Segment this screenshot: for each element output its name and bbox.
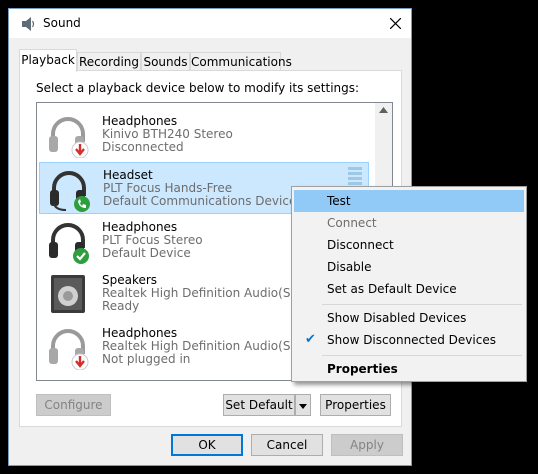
checkmark-icon: ✔ xyxy=(305,332,316,347)
headset-icon xyxy=(50,171,90,212)
ok-button[interactable]: OK xyxy=(171,434,243,456)
device-model: PLT Focus Stereo xyxy=(102,233,203,247)
tab-recording[interactable]: Recording xyxy=(77,52,141,70)
menu-separator xyxy=(322,355,522,356)
menu-item-set-default[interactable]: Set as Default Device xyxy=(294,278,524,300)
ok-label: OK xyxy=(198,438,216,452)
cancel-button[interactable]: Cancel xyxy=(251,434,323,456)
close-button[interactable] xyxy=(379,9,411,38)
device-name: Headset xyxy=(103,168,153,182)
device-status: Not plugged in xyxy=(102,352,191,366)
menu-label: Set as Default Device xyxy=(327,282,457,296)
headphones-icon xyxy=(49,223,89,264)
menu-label: Disconnect xyxy=(327,238,394,252)
menu-item-test[interactable]: Test xyxy=(294,190,524,212)
tab-sounds[interactable]: Sounds xyxy=(141,52,190,70)
menu-item-properties[interactable]: Properties xyxy=(294,358,524,380)
window-title: Sound xyxy=(43,16,81,30)
menu-label: Disable xyxy=(327,260,372,274)
headphones-icon xyxy=(49,117,89,158)
title-bar: Sound xyxy=(9,9,411,38)
close-icon xyxy=(389,18,401,29)
scroll-up-arrow-icon[interactable] xyxy=(379,107,388,113)
configure-button[interactable]: Configure xyxy=(36,394,111,416)
apply-label: Apply xyxy=(350,438,384,452)
set-default-label: Set Default xyxy=(225,398,293,412)
menu-label: Show Disconnected Devices xyxy=(327,333,496,347)
configure-label: Configure xyxy=(44,398,103,412)
tab-playback[interactable]: Playback xyxy=(19,49,77,72)
device-status: Disconnected xyxy=(102,140,184,154)
device-status: Default Device xyxy=(102,246,191,260)
menu-item-disconnect[interactable]: Disconnect xyxy=(294,234,524,256)
menu-item-show-disconnected[interactable]: ✔ Show Disconnected Devices xyxy=(294,329,524,351)
device-model: PLT Focus Hands-Free xyxy=(103,181,233,195)
menu-item-disable[interactable]: Disable xyxy=(294,256,524,278)
tab-communications[interactable]: Communications xyxy=(190,52,292,70)
speaker-box-icon xyxy=(51,275,85,313)
device-name: Headphones xyxy=(102,220,178,234)
device-context-menu: Test Connect Disconnect Disable Set as D… xyxy=(291,186,527,382)
set-default-dropdown[interactable] xyxy=(295,394,311,416)
menu-label: Test xyxy=(327,194,351,208)
menu-separator xyxy=(322,304,522,305)
properties-button[interactable]: Properties xyxy=(320,394,391,416)
device-model: Realtek High Definition Audio(SST) xyxy=(102,286,311,300)
menu-label: Show Disabled Devices xyxy=(327,311,467,325)
device-item-headphones-kinivo[interactable]: Headphones Kinivo BTH240 Stereo Disconne… xyxy=(39,109,369,161)
device-status: Default Communications Device xyxy=(103,194,297,208)
headphones-icon xyxy=(49,329,89,370)
properties-label: Properties xyxy=(325,398,386,412)
menu-item-show-disabled[interactable]: Show Disabled Devices xyxy=(294,307,524,329)
device-model: Kinivo BTH240 Stereo xyxy=(102,127,233,141)
set-default-button[interactable]: Set Default xyxy=(223,394,295,416)
cancel-label: Cancel xyxy=(266,438,308,452)
chevron-down-icon xyxy=(299,404,307,409)
speaker-icon xyxy=(22,17,35,31)
menu-label: Properties xyxy=(327,362,398,376)
device-model: Realtek High Definition Audio(SST) xyxy=(102,339,311,353)
device-name: Headphones xyxy=(102,326,178,340)
device-name: Headphones xyxy=(102,114,178,128)
menu-item-connect[interactable]: Connect xyxy=(294,212,524,234)
menu-label: Connect xyxy=(327,216,377,230)
device-name: Speakers xyxy=(102,273,158,287)
apply-button[interactable]: Apply xyxy=(331,434,403,456)
device-status: Ready xyxy=(102,299,140,313)
instruction-text: Select a playback device below to modify… xyxy=(36,81,360,95)
